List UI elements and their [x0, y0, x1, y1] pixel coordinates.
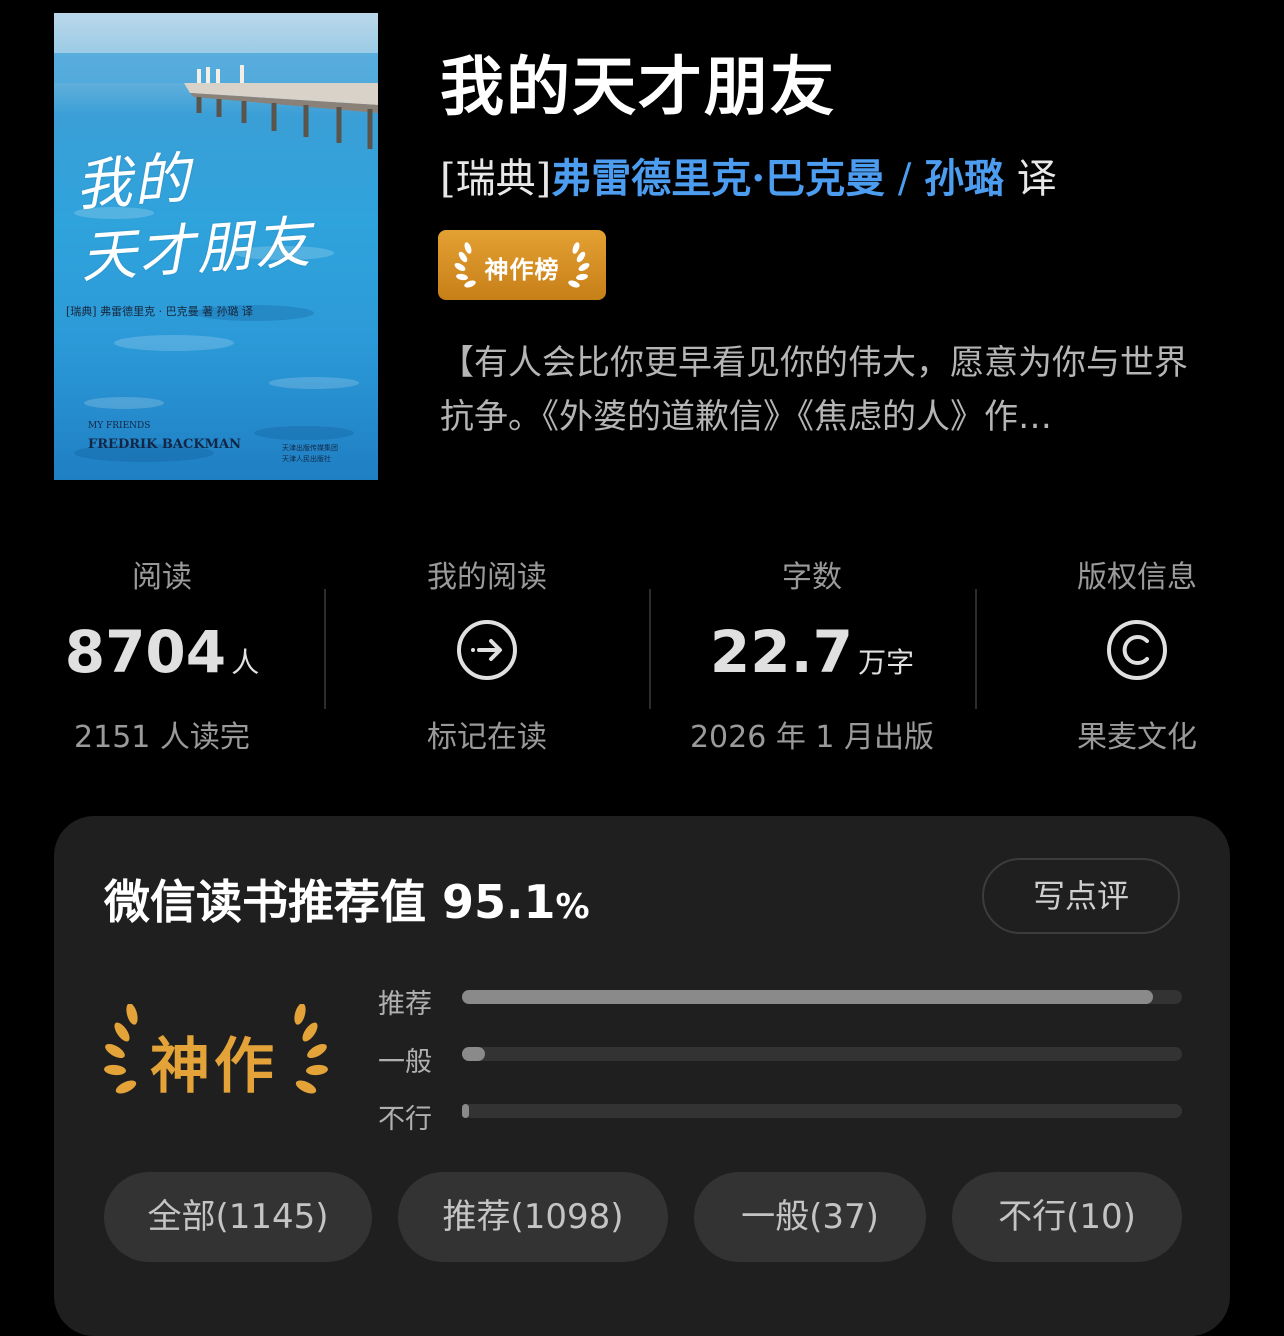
grade-label: 神作 — [150, 1032, 278, 1102]
book-description[interactable]: 【有人会比你更早看见你的伟大，愿意为你与世界抗争。《外婆的道歉信》《焦虑的人》作… — [440, 336, 1220, 444]
filter-all[interactable]: 全部(1145) — [104, 1172, 372, 1262]
stat-words-unit: 万字 — [858, 646, 915, 679]
stat-readers-label: 阅读 — [132, 560, 192, 595]
stat-divider — [324, 589, 326, 709]
author-link[interactable]: 弗雷德里克·巴克曼 — [551, 155, 885, 202]
bar-label-average: 一般 — [378, 1047, 432, 1078]
author-separator: / — [897, 156, 912, 202]
recommend-score-value: 95.1 — [442, 875, 556, 929]
recommend-score-percent: % — [555, 887, 590, 927]
bar-average — [462, 1047, 1182, 1061]
bar-poor — [462, 1104, 1182, 1118]
write-review-button[interactable]: 写点评 — [982, 858, 1180, 934]
recommend-score-label: 微信读书推荐值 — [104, 875, 426, 929]
laurel-right-icon — [294, 1004, 328, 1094]
stat-readers-unit: 人 — [231, 646, 260, 679]
stat-copyright-label: 版权信息 — [1077, 560, 1197, 595]
publisher-name: 果麦文化 — [1077, 720, 1197, 755]
cover-publisher-group: 天津出版传媒集团 — [282, 444, 338, 452]
laurel-left-icon — [104, 1004, 138, 1094]
translator-link[interactable]: 孙璐 — [924, 155, 1004, 202]
bar-recommend — [462, 990, 1182, 1004]
book-cover[interactable]: 我的 天才朋友 [瑞典] 弗雷德里克 · 巴克曼 著 孙璐 译 MY FRIEN… — [54, 13, 378, 480]
masterpiece-list-badge[interactable]: 神作榜 — [438, 230, 606, 300]
bar-label-recommend: 推荐 — [378, 989, 432, 1020]
cover-en-author: FREDRIK BACKMAN — [88, 437, 242, 452]
stat-my-reading[interactable]: 我的阅读 标记在读 — [327, 552, 647, 756]
stat-my-reading-label: 我的阅读 — [427, 560, 547, 595]
arrow-circle-icon[interactable] — [455, 618, 519, 682]
stat-word-count: 字数 22.7 万字 2026 年 1 月出版 — [652, 552, 972, 756]
publish-date: 2026 年 1 月出版 — [689, 720, 935, 755]
copyright-icon[interactable] — [1105, 618, 1169, 682]
stat-divider — [649, 589, 651, 709]
laurel-right-icon — [568, 242, 590, 288]
bar-fill — [462, 990, 1154, 1004]
recommend-score: 微信读书推荐值 95.1% — [104, 866, 590, 932]
stat-readers-value: 8704 — [64, 618, 227, 686]
cover-en-title: MY FRIENDS — [88, 421, 151, 431]
stat-copyright[interactable]: 版权信息 果麦文化 — [977, 552, 1284, 756]
translator-suffix: 译 — [1016, 156, 1057, 202]
cover-publisher: 天津人民出版社 — [282, 455, 331, 463]
author-line: [瑞典]弗雷德里克·巴克曼 / 孙璐 译 — [440, 146, 1057, 204]
cover-title: 我的 天才朋友 — [73, 135, 314, 295]
stat-words-value: 22.7 — [709, 618, 853, 686]
author-nationality: [瑞典] — [440, 156, 552, 202]
stat-words-label: 字数 — [782, 560, 842, 595]
bar-fill — [462, 1104, 470, 1118]
cover-byline: [瑞典] 弗雷德里克 · 巴克曼 著 孙璐 译 — [66, 305, 254, 318]
stat-readers: 阅读 8704 人 2151 人读完 — [2, 552, 322, 756]
filter-recommend[interactable]: 推荐(1098) — [398, 1172, 668, 1262]
bar-label-poor: 不行 — [378, 1104, 432, 1135]
mark-reading-label: 标记在读 — [427, 720, 547, 755]
filter-poor[interactable]: 不行(10) — [952, 1172, 1182, 1262]
filter-average[interactable]: 一般(37) — [694, 1172, 926, 1262]
book-title: 我的天才朋友 — [440, 50, 836, 125]
bar-fill — [462, 1047, 486, 1061]
stat-readers-finished: 2151 人读完 — [74, 720, 250, 755]
